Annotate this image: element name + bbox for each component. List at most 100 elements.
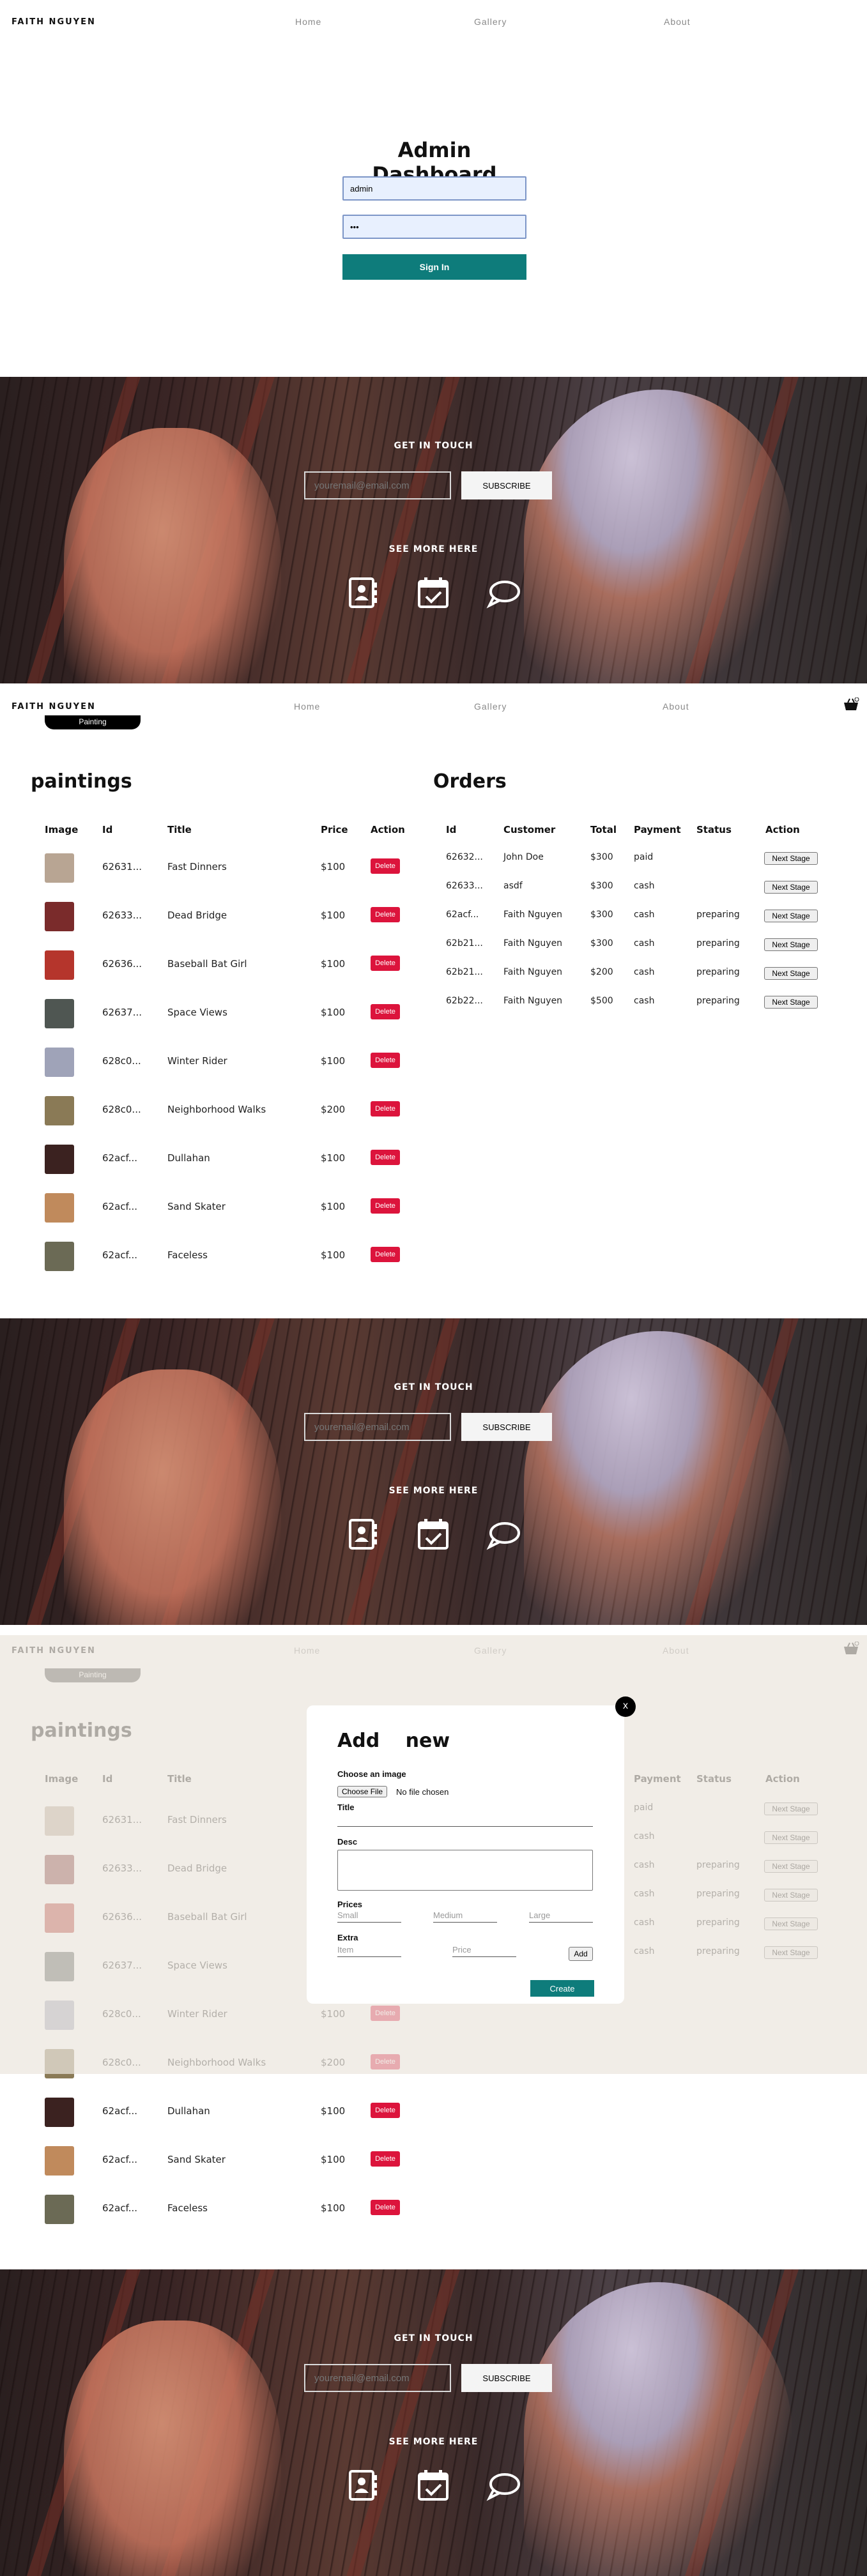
delete-button[interactable]: Delete <box>371 1150 400 1165</box>
delete-button[interactable]: Delete <box>371 2200 400 2215</box>
painting-thumbnail <box>45 2195 74 2224</box>
painting-thumbnail <box>45 1048 74 1077</box>
order-id: 62acf... <box>446 910 479 920</box>
nav-link-about[interactable]: About <box>663 701 689 712</box>
order-payment: cash <box>634 910 655 920</box>
orders-header-0: Id <box>446 824 457 835</box>
footer: GET IN TOUCH SUBSCRIBE SEE MORE HERE <box>0 377 867 683</box>
delete-button[interactable]: Delete <box>371 2151 400 2167</box>
newsletter-email-input[interactable] <box>304 2364 451 2392</box>
price-medium-input[interactable] <box>433 1909 497 1923</box>
get-in-touch-heading: GET IN TOUCH <box>394 1382 473 1392</box>
painting-id: 628c0... <box>102 1104 141 1115</box>
newsletter-email-input[interactable] <box>304 471 451 499</box>
order-payment: cash <box>634 881 655 891</box>
painting-id: 62631... <box>102 861 142 873</box>
extra-item-input[interactable] <box>337 1943 401 1957</box>
delete-button[interactable]: Delete <box>371 1101 400 1117</box>
painting-title: Neighborhood Walks <box>167 1104 266 1115</box>
order-id: 62b21... <box>446 938 483 949</box>
delete-button[interactable]: Delete <box>371 858 400 874</box>
prices-label: Prices <box>337 1900 363 1909</box>
chat-bubble-icon[interactable] <box>486 2467 521 2503</box>
painting-price: $100 <box>321 1055 346 1067</box>
next-stage-button[interactable]: Next Stage <box>764 996 818 1009</box>
sign-in-button[interactable]: Sign In <box>342 254 526 280</box>
price-large-input[interactable] <box>529 1909 593 1923</box>
subscribe-button[interactable]: SUBSCRIBE <box>461 471 552 499</box>
order-customer: Faith Nguyen <box>503 967 563 977</box>
orders-header-1: Customer <box>503 824 556 835</box>
add-painting-tab[interactable]: Painting <box>45 715 141 729</box>
add-extra-button[interactable]: Add <box>569 1947 593 1961</box>
desc-textarea[interactable] <box>337 1850 593 1891</box>
nav-link-home[interactable]: Home <box>295 17 321 27</box>
title-label: Title <box>337 1802 355 1812</box>
brand-logo[interactable]: FAITH NGUYEN <box>12 702 96 712</box>
footer: GET IN TOUCH SUBSCRIBE SEE MORE HERE <box>0 1318 867 1625</box>
cart-icon[interactable] <box>843 697 859 713</box>
brand-logo[interactable]: FAITH NGUYEN <box>12 17 96 27</box>
subscribe-button[interactable]: SUBSCRIBE <box>461 2364 552 2392</box>
price-small-input[interactable] <box>337 1909 401 1923</box>
order-payment: paid <box>634 852 654 862</box>
painting-id: 62acf... <box>102 1249 138 1261</box>
next-stage-button[interactable]: Next Stage <box>764 967 818 980</box>
footer-illustration-girl <box>64 428 281 683</box>
delete-button[interactable]: Delete <box>371 907 400 922</box>
subscribe-button[interactable]: SUBSCRIBE <box>461 1413 552 1441</box>
order-total: $300 <box>590 938 613 949</box>
delete-button[interactable]: Delete <box>371 1198 400 1214</box>
painting-title: Winter Rider <box>167 1055 227 1067</box>
next-stage-button[interactable]: Next Stage <box>764 910 818 922</box>
username-input[interactable] <box>342 176 526 201</box>
nav-link-about[interactable]: About <box>664 17 691 27</box>
painting-id: 62acf... <box>102 2202 138 2214</box>
painting-id: 628c0... <box>102 1055 141 1067</box>
next-stage-button[interactable]: Next Stage <box>764 852 818 865</box>
order-status: preparing <box>696 910 740 920</box>
next-stage-button[interactable]: Next Stage <box>764 938 818 951</box>
orders-header-4: Status <box>696 824 732 835</box>
extra-price-input[interactable] <box>452 1943 516 1957</box>
newsletter-email-input[interactable] <box>304 1413 451 1441</box>
order-payment: cash <box>634 967 655 977</box>
contact-card-icon[interactable] <box>345 1516 381 1552</box>
delete-button[interactable]: Delete <box>371 1004 400 1019</box>
delete-button[interactable]: Delete <box>371 2103 400 2118</box>
desc-label: Desc <box>337 1837 358 1847</box>
calendar-check-icon[interactable] <box>415 2467 451 2503</box>
delete-button[interactable]: Delete <box>371 956 400 971</box>
delete-button[interactable]: Delete <box>371 1247 400 1262</box>
calendar-check-icon[interactable] <box>415 575 451 611</box>
create-button[interactable]: Create <box>530 1980 594 1997</box>
next-stage-button[interactable]: Next Stage <box>764 881 818 894</box>
order-status: preparing <box>696 967 740 977</box>
painting-title: Dullahan <box>167 2105 210 2117</box>
choose-file-button[interactable]: Choose File <box>337 1786 388 1797</box>
paintings-header-4: Action <box>371 824 405 835</box>
close-icon[interactable]: x <box>615 1696 636 1717</box>
order-total: $300 <box>590 881 613 891</box>
painting-thumbnail <box>45 902 74 931</box>
delete-button[interactable]: Delete <box>371 1053 400 1068</box>
painting-title: Fast Dinners <box>167 861 227 873</box>
painting-price: $200 <box>321 1104 346 1115</box>
painting-title: Dead Bridge <box>167 910 227 921</box>
nav-link-home[interactable]: Home <box>294 701 320 712</box>
order-customer: Faith Nguyen <box>503 996 563 1006</box>
contact-card-icon[interactable] <box>345 575 381 611</box>
painting-price: $100 <box>321 2154 346 2165</box>
chat-bubble-icon[interactable] <box>486 575 521 611</box>
top-nav: FAITH NGUYEN Home Gallery About <box>0 0 867 45</box>
nav-link-gallery[interactable]: Gallery <box>474 17 507 27</box>
password-input[interactable] <box>342 215 526 239</box>
nav-link-gallery[interactable]: Gallery <box>474 701 507 712</box>
chat-bubble-icon[interactable] <box>486 1516 521 1552</box>
orders-header-3: Payment <box>634 824 681 835</box>
title-input[interactable] <box>337 1813 593 1827</box>
contact-card-icon[interactable] <box>345 2467 381 2503</box>
painting-price: $100 <box>321 861 346 873</box>
calendar-check-icon[interactable] <box>415 1516 451 1552</box>
order-payment: cash <box>634 938 655 949</box>
